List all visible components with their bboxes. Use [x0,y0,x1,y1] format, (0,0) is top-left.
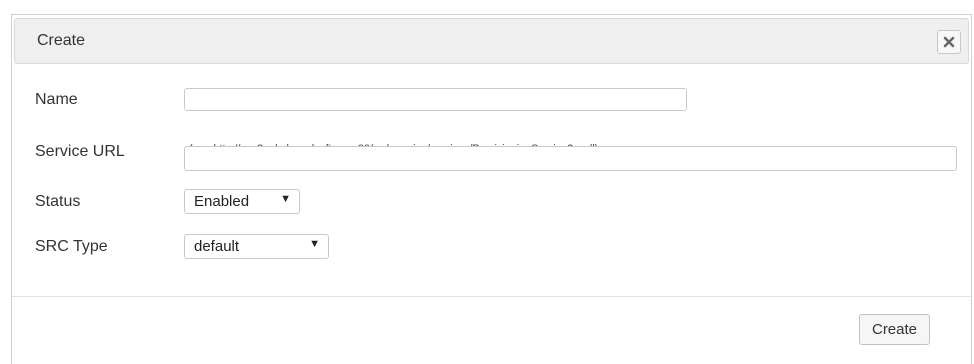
triangle-down-icon: ▼ [280,193,291,205]
status-label: Status [35,193,81,210]
status-select[interactable]: Enabled ▼ [184,189,300,214]
create-button[interactable]: Create [859,314,930,345]
name-input[interactable] [184,88,687,111]
status-selected-value: Enabled [194,193,250,210]
service-url-label: Service URL [35,143,125,160]
dialog-title: Create [37,32,86,49]
name-label: Name [35,91,78,108]
service-url-input[interactable] [184,146,957,171]
src-type-selected-value: default [194,238,240,255]
triangle-down-icon: ▼ [309,238,320,250]
footer-divider [12,296,971,297]
create-dialog: Create Name (e.g. http://xsp2.xdp.broads… [11,14,972,364]
close-button[interactable] [937,30,961,54]
close-icon [943,36,955,48]
dialog-header: Create [14,18,969,64]
src-type-label: SRC Type [35,238,108,255]
src-type-select[interactable]: default ▼ [184,234,329,259]
